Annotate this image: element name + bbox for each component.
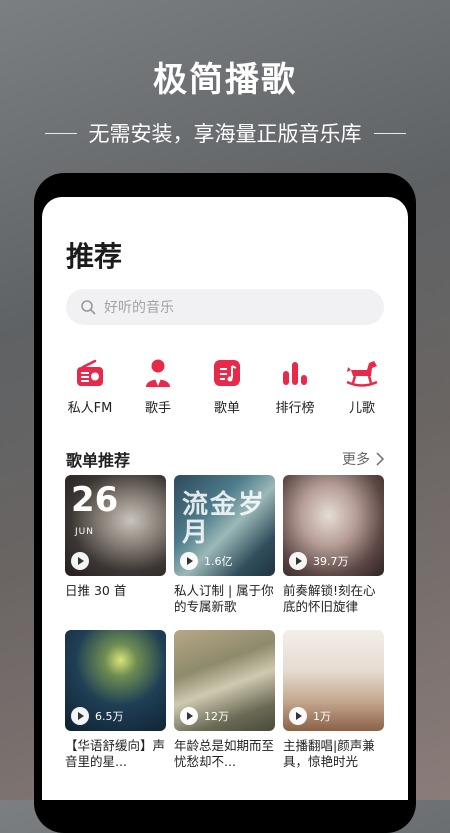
playlist-card[interactable]: 6.5万 【华语舒缓向】声音里的星... (65, 630, 166, 770)
chevron-right-icon (376, 452, 384, 466)
play-count: 6.5万 (71, 707, 124, 725)
search-placeholder: 好听的音乐 (104, 300, 174, 316)
chart-icon (283, 362, 307, 385)
playlist-cover: 流金岁月 1.6亿 (174, 475, 275, 576)
promo-subtitle: 无需安装，享海量正版音乐库 (0, 118, 450, 148)
cover-text: 流金岁月 (182, 490, 267, 548)
app-screen: 推荐 好听的音乐 私人FM 歌手 歌单 排行榜 儿歌 歌单推荐 更多 26 JU… (42, 197, 408, 800)
divider-left (44, 132, 77, 134)
play-icon (289, 552, 307, 570)
divider-right (373, 132, 406, 134)
play-count: 1.6亿 (180, 552, 233, 570)
promo-subtitle-text: 无需安装，享海量正版音乐库 (88, 122, 362, 146)
search-icon (81, 300, 96, 315)
play-count: 12万 (180, 707, 229, 725)
playlist-card[interactable]: 1万 主播翻唱|颜声兼具，惊艳时光 (283, 630, 384, 770)
play-count-value: 39.7万 (313, 555, 349, 568)
search-input[interactable]: 好听的音乐 (66, 289, 384, 325)
play-count-value: 12万 (204, 710, 229, 723)
more-label: 更多 (342, 452, 370, 468)
play-count-value: 6.5万 (95, 710, 124, 723)
playlist-cover: 6.5万 (65, 630, 166, 731)
playlist-card[interactable]: 39.7万 前奏解锁!刻在心底的怀旧旋律 (283, 475, 384, 615)
playlist-title: 日推 30 首 (65, 583, 127, 598)
playlist-card[interactable]: 26 JUN 日推 30 首 (65, 475, 166, 599)
category-playlist[interactable]: 歌单 (192, 357, 262, 416)
playlist-title: 私人订制 | 属于你的专属新歌 (174, 583, 274, 614)
play-count: 39.7万 (289, 552, 349, 570)
category-private-fm[interactable]: 私人FM (55, 357, 125, 416)
category-singer[interactable]: 歌手 (123, 357, 193, 416)
play-count: 1万 (289, 707, 331, 725)
playlist-title: 年龄总是如期而至忧愁却不... (174, 738, 275, 769)
category-charts[interactable]: 排行榜 (260, 357, 330, 416)
playlist-title: 【华语舒缓向】声音里的星... (65, 738, 166, 769)
play-icon (71, 707, 89, 725)
category-label: 私人FM (67, 401, 113, 416)
playlist-cover: 26 JUN (65, 475, 166, 576)
play-icon (180, 552, 198, 570)
playlist-cover: 1万 (283, 630, 384, 731)
section-header: 歌单推荐 更多 (66, 447, 384, 471)
play-icon (71, 552, 89, 570)
page-title: 推荐 (66, 240, 123, 273)
date-day: 26 (71, 480, 119, 520)
playlist-card[interactable]: 12万 年龄总是如期而至忧愁却不... (174, 630, 275, 770)
play-count-value: 1.6亿 (204, 555, 233, 568)
playlist-cover: 12万 (174, 630, 275, 731)
category-label: 歌手 (144, 401, 171, 416)
section-title: 歌单推荐 (66, 451, 131, 470)
playlist-icon (214, 360, 240, 386)
play-icon (180, 707, 198, 725)
date-month: JUN (75, 527, 94, 537)
playlist-title: 前奏解锁!刻在心底的怀旧旋律 (283, 583, 376, 614)
radio-icon (77, 359, 103, 386)
category-label: 排行榜 (275, 401, 315, 416)
playlist-card[interactable]: 流金岁月 1.6亿 私人订制 | 属于你的专属新歌 (174, 475, 275, 615)
more-link[interactable]: 更多 (342, 449, 384, 469)
category-label: 歌单 (213, 401, 240, 416)
singer-icon (146, 359, 170, 387)
play-count-value: 1万 (313, 710, 331, 723)
category-label: 儿歌 (348, 401, 375, 416)
playlist-cover: 39.7万 (283, 475, 384, 576)
play-icon (289, 707, 307, 725)
promo-title: 极简播歌 (153, 60, 297, 100)
playlist-title: 主播翻唱|颜声兼具，惊艳时光 (283, 738, 375, 769)
rocking-horse-icon (346, 361, 378, 387)
play-count (71, 552, 89, 570)
category-kids-songs[interactable]: 儿歌 (327, 357, 397, 416)
